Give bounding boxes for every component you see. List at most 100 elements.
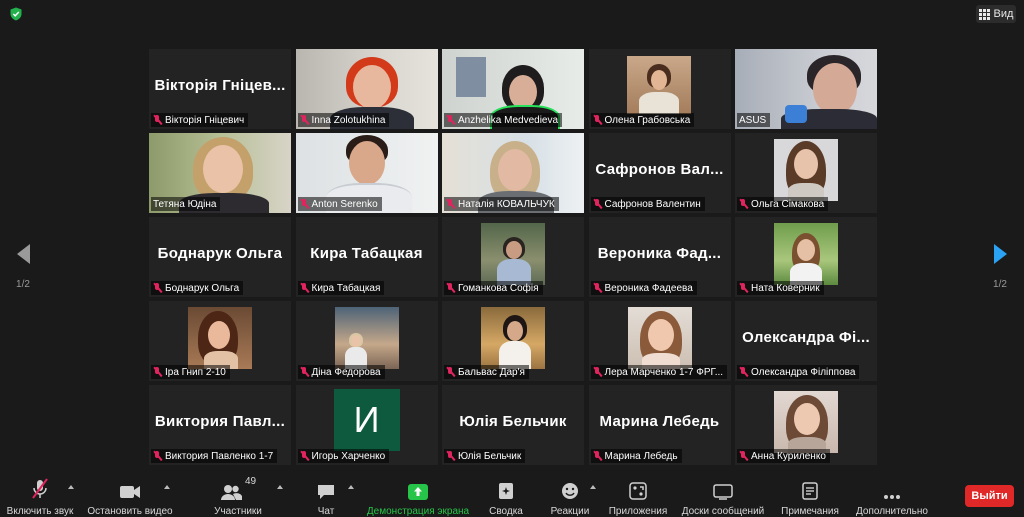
message-boards-button[interactable]: Доски сообщений (680, 473, 766, 517)
participant-label-text: Марина Лебедь (604, 450, 678, 462)
participant-tile[interactable]: Боднарук Ольга Боднарук Ольга (149, 217, 291, 297)
mic-muted-icon (446, 451, 455, 461)
participant-label-text: Ольга Сімакова (751, 198, 825, 210)
participant-tile[interactable]: Діна Федорова (295, 301, 438, 381)
participant-name-placeholder: Кира Табацкая (310, 245, 423, 262)
participant-name-placeholder: Виктория Павл... (154, 413, 286, 430)
participant-tile[interactable]: Inna Zolotukhina (295, 49, 438, 129)
mic-muted-icon (446, 115, 455, 125)
reactions-options-caret-icon[interactable] (590, 485, 596, 489)
audio-options-caret-icon[interactable] (68, 485, 74, 489)
participant-label-text: Юлія Бельчик (458, 450, 522, 462)
participant-tile[interactable]: Анна Куриленко (735, 385, 877, 465)
message-boards-label: Доски сообщений (681, 506, 765, 517)
participant-tile[interactable]: Вероника Фад... Вероника Фадеева (588, 217, 731, 297)
mic-muted-icon (153, 115, 162, 125)
chat-label: Чат (317, 506, 335, 517)
apps-button[interactable]: Приложения (606, 473, 670, 517)
chat-options-caret-icon[interactable] (348, 485, 354, 489)
view-button[interactable]: Вид (976, 5, 1016, 23)
participant-name-placeholder: Юлія Бельчик (459, 413, 567, 430)
participants-button[interactable]: 49 Участники (210, 473, 266, 517)
participant-tile[interactable]: Юлія Бельчик Юлія Бельчик (442, 385, 584, 465)
participant-label-text: Анна Куриленко (751, 450, 826, 462)
participant-tile[interactable]: Бальвас Дар'я (442, 301, 584, 381)
mic-muted-icon (30, 478, 50, 500)
notes-icon (802, 478, 818, 500)
participant-tile[interactable]: Іра Гнип 2-10 (149, 301, 291, 381)
participant-label: Вікторія Гніцевич (151, 113, 249, 127)
participant-label: ASUS (737, 113, 771, 127)
apps-icon (629, 478, 647, 500)
participant-avatar-photo (481, 223, 545, 285)
next-page-button[interactable]: 1/2 (990, 244, 1010, 290)
mic-muted-icon (593, 367, 602, 377)
notes-button[interactable]: Примечания (780, 473, 840, 517)
participant-label-text: Виктория Павленко 1-7 (165, 450, 274, 462)
unmute-button[interactable]: Включить звук (7, 473, 73, 517)
participants-options-caret-icon[interactable] (277, 485, 283, 489)
notes-label: Примечания (781, 506, 839, 517)
participant-avatar-photo (774, 223, 838, 285)
participant-tile[interactable]: Тетяна Юдіна (149, 133, 291, 213)
participant-tile[interactable]: Олександра Фі... Олександра Філіппова (735, 301, 877, 381)
mic-muted-icon (300, 451, 309, 461)
participant-tile[interactable]: Вікторія Гніцев... Вікторія Гніцевич (149, 49, 291, 129)
mic-muted-icon (446, 367, 455, 377)
leave-meeting-button[interactable]: Выйти (965, 485, 1014, 507)
mic-muted-icon (300, 199, 309, 209)
reactions-button[interactable]: Реакции (548, 473, 592, 517)
participant-label: Anton Serenko (297, 197, 382, 211)
mic-muted-icon (153, 367, 162, 377)
stop-video-button[interactable]: Остановить видео (86, 473, 174, 517)
participant-name-placeholder: Олександра Фі... (742, 329, 870, 346)
participant-label: Гоманкова Софія (444, 281, 543, 295)
participant-tile[interactable]: Кира Табацкая Кира Табацкая (295, 217, 438, 297)
summary-button[interactable]: Сводка (486, 473, 526, 517)
reactions-label: Реакции (550, 506, 590, 517)
participant-label-text: Вікторія Гніцевич (165, 114, 245, 126)
participant-label-text: Олександра Філіппова (751, 366, 856, 378)
participant-label-text: Сафронов Валентин (604, 198, 701, 210)
participant-avatar-photo (481, 307, 545, 369)
mic-muted-icon (446, 199, 455, 209)
security-shield-icon[interactable] (9, 7, 23, 21)
participant-label: Лера Марченко 1-7 ФРГ... (590, 365, 728, 379)
participant-label: Олена Грабовська (590, 113, 695, 127)
participant-initial-avatar: И (333, 389, 400, 451)
participant-label-text: Бальвас Дар'я (458, 366, 525, 378)
participant-tile[interactable]: Лера Марченко 1-7 ФРГ... (588, 301, 731, 381)
previous-page-button[interactable]: 1/2 (13, 244, 33, 290)
video-camera-icon (119, 478, 141, 500)
participant-tile[interactable]: И Игорь Харченко (295, 385, 438, 465)
participant-tile-active-speaker[interactable]: ASUS (735, 49, 877, 129)
mic-muted-icon (153, 451, 162, 461)
video-options-caret-icon[interactable] (164, 485, 170, 489)
mic-muted-icon (300, 283, 309, 293)
participant-tile[interactable]: Anton Serenko (295, 133, 438, 213)
participant-name-placeholder: Вікторія Гніцев... (154, 77, 286, 94)
meeting-toolbar: Включить звук Остановить видео 49 Участн… (0, 473, 1024, 517)
participant-avatar-photo (774, 391, 838, 453)
participant-label-text: ASUS (739, 114, 767, 126)
mic-muted-icon (593, 451, 602, 461)
participant-tile[interactable]: Ольга Сімакова (735, 133, 877, 213)
share-screen-button[interactable]: Демонстрация экрана (366, 473, 470, 517)
participant-tile[interactable]: Ната Коверник (735, 217, 877, 297)
participant-tile[interactable]: Наталія КОВАЛЬЧУК (442, 133, 584, 213)
participant-tile[interactable]: Сафронов Вал... Сафронов Валентин (588, 133, 731, 213)
mic-muted-icon (446, 283, 455, 293)
participant-tile[interactable]: Виктория Павл... Виктория Павленко 1-7 (149, 385, 291, 465)
participant-tile[interactable]: Марина Лебедь Марина Лебедь (588, 385, 731, 465)
participant-tile[interactable]: Anzhelika Medvedieva (442, 49, 584, 129)
participant-label: Діна Федорова (297, 365, 385, 379)
participant-tile[interactable]: Гоманкова Софія (442, 217, 584, 297)
chat-button[interactable]: Чат (306, 473, 346, 517)
participant-label-text: Лера Марченко 1-7 ФРГ... (604, 366, 724, 378)
participant-label-text: Наталія КОВАЛЬЧУК (458, 198, 555, 210)
mic-muted-icon (300, 115, 309, 125)
participant-tile[interactable]: Олена Грабовська (588, 49, 731, 129)
participant-label: Марина Лебедь (590, 449, 682, 463)
more-button[interactable]: Дополнительно (852, 473, 932, 517)
participant-label-text: Іра Гнип 2-10 (165, 366, 226, 378)
